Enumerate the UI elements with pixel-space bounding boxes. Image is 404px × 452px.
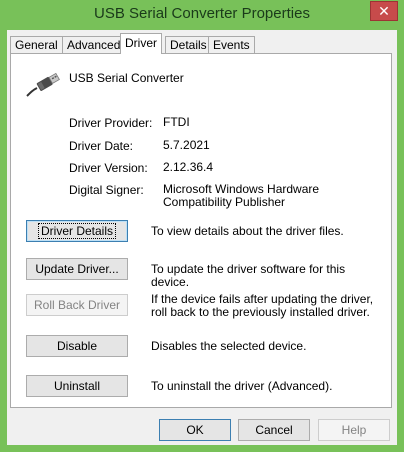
usb-plug-icon <box>26 72 60 97</box>
tab-driver[interactable]: Driver <box>120 33 162 54</box>
disable-button[interactable]: Disable <box>26 335 128 357</box>
roll-back-driver-description: If the device fails after updating the d… <box>151 292 374 319</box>
uninstall-description: To uninstall the driver (Advanced). <box>151 379 333 393</box>
disable-description: Disables the selected device. <box>151 339 307 353</box>
tab-events[interactable]: Events <box>208 36 255 53</box>
driver-details-button[interactable]: Driver Details <box>26 220 128 242</box>
cancel-button[interactable]: Cancel <box>238 419 310 441</box>
close-button[interactable]: ✕ <box>370 1 398 21</box>
close-icon: ✕ <box>378 3 390 19</box>
uninstall-button[interactable]: Uninstall <box>26 375 128 397</box>
tab-details[interactable]: Details <box>165 36 212 53</box>
update-driver-button[interactable]: Update Driver... <box>26 258 128 280</box>
driver-details-label: Driver Details <box>37 223 116 239</box>
help-button[interactable]: Help <box>318 419 390 441</box>
digital-signer-label: Digital Signer: <box>69 183 144 197</box>
window-title: USB Serial Converter Properties <box>94 5 310 22</box>
tab-general[interactable]: General <box>10 36 63 53</box>
digital-signer-value: Microsoft Windows Hardware Compatibility… <box>163 182 320 209</box>
driver-date-label: Driver Date: <box>69 139 134 153</box>
ok-button[interactable]: OK <box>159 419 231 441</box>
driver-date-value: 5.7.2021 <box>163 138 210 152</box>
driver-version-label: Driver Version: <box>69 161 148 175</box>
driver-provider-value: FTDI <box>163 115 190 129</box>
device-name: USB Serial Converter <box>69 71 184 85</box>
properties-window: USB Serial Converter Properties ✕ Genera… <box>0 0 404 452</box>
title-bar[interactable]: USB Serial Converter Properties ✕ <box>0 0 404 30</box>
driver-provider-label: Driver Provider: <box>69 116 153 130</box>
update-driver-description: To update the driver software for this d… <box>151 262 346 289</box>
tab-advanced[interactable]: Advanced <box>62 36 126 53</box>
driver-version-value: 2.12.36.4 <box>163 160 214 174</box>
roll-back-driver-button[interactable]: Roll Back Driver <box>26 294 128 316</box>
driver-tab-panel: USB Serial Converter Driver Provider: FT… <box>10 53 392 408</box>
driver-details-description: To view details about the driver files. <box>151 224 344 238</box>
dialog-client-area: General Advanced Driver Details Events U… <box>7 30 397 445</box>
